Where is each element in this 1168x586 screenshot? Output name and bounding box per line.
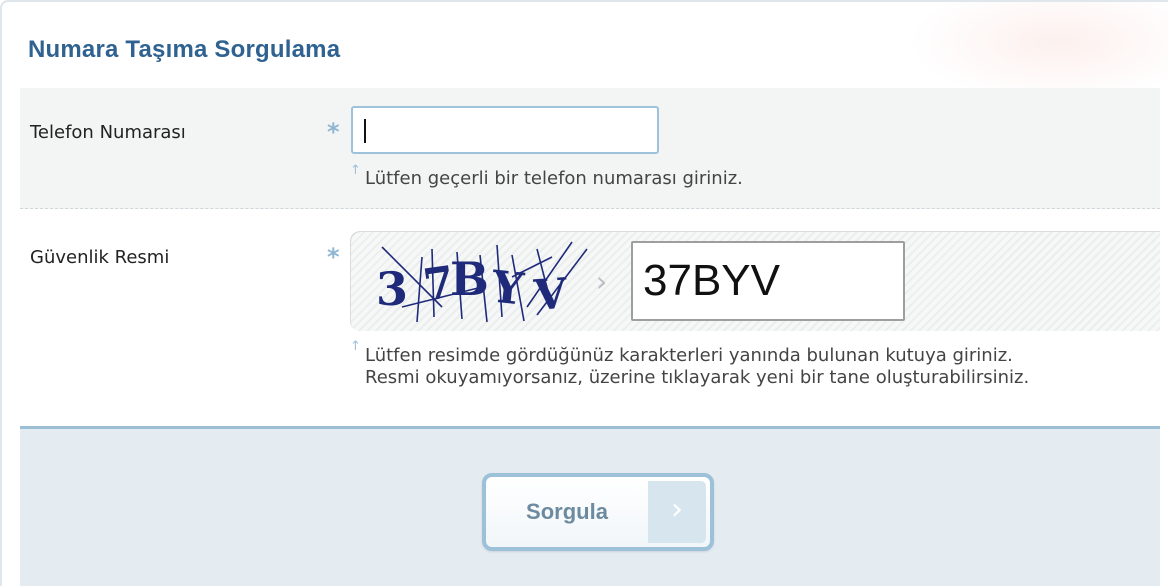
text-cursor — [364, 119, 366, 143]
captcha-char: Y — [488, 261, 526, 315]
security-row: Güvenlik Resmi * 3 7 B Y V › 37BYV ↑ Lüt… — [20, 209, 1160, 426]
required-asterisk-icon: * — [327, 118, 340, 146]
hint-arrow-icon: ↑ — [350, 339, 361, 354]
chevron-right-icon: › — [596, 265, 608, 298]
required-asterisk-icon: * — [327, 243, 340, 271]
security-label: Güvenlik Resmi — [30, 247, 170, 268]
phone-input[interactable] — [351, 106, 659, 154]
phone-label: Telefon Numarası — [30, 122, 186, 143]
captcha-image[interactable]: 3 7 B Y V — [362, 237, 592, 325]
hint-arrow-icon: ↑ — [350, 163, 361, 178]
phone-row: Telefon Numarası * ↑ Lütfen geçerli bir … — [20, 88, 1160, 209]
page-title: Numara Taşıma Sorgulama — [28, 36, 341, 63]
chevron-right-icon: › — [648, 481, 706, 543]
captcha-char: 3 — [376, 262, 408, 316]
captcha-hint-line1: Lütfen resimde gördüğünüz karakterleri y… — [365, 345, 1013, 366]
captcha-hint-line2: Resmi okuyamıyorsanız, üzerine tıklayara… — [365, 367, 1030, 388]
submit-button-label: Sorgula — [526, 499, 608, 524]
phone-hint: Lütfen geçerli bir telefon numarası giri… — [365, 168, 743, 189]
submit-button[interactable]: Sorgula › — [482, 473, 714, 551]
captcha-container: 3 7 B Y V › — [350, 231, 1160, 331]
form-footer: Sorgula › — [20, 426, 1160, 586]
captcha-char: B — [450, 252, 489, 306]
captcha-input[interactable] — [631, 241, 905, 321]
form-area: Telefon Numarası * ↑ Lütfen geçerli bir … — [20, 88, 1160, 426]
captcha-char: V — [531, 269, 569, 320]
decorative-glow — [908, 2, 1168, 102]
query-panel: Numara Taşıma Sorgulama Telefon Numarası… — [0, 0, 1168, 586]
